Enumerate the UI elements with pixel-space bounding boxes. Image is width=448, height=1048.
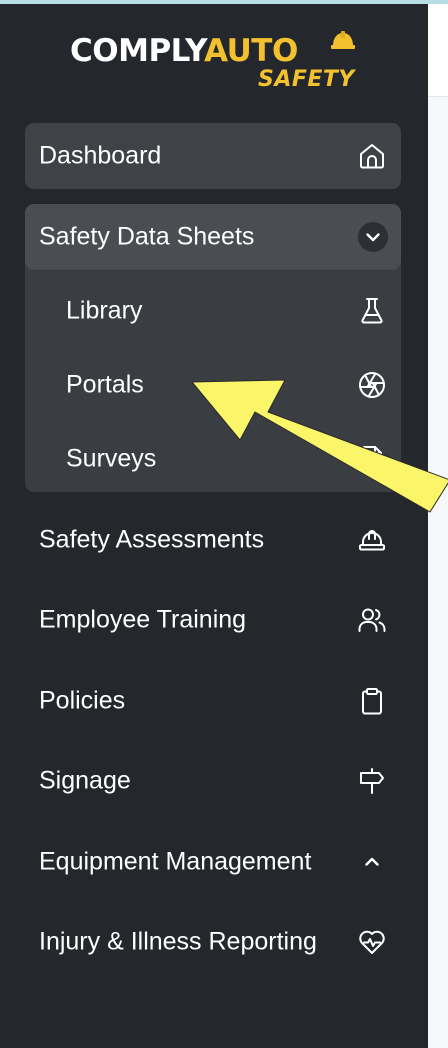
sidebar-item-label: Employee Training <box>39 605 247 634</box>
logo-word-auto-o: O <box>271 33 298 69</box>
sidebar-item-safety-data-sheets[interactable]: Safety Data Sheets <box>25 204 401 270</box>
sidebar-item-policies[interactable]: Policies <box>25 668 401 734</box>
sidebar-item-employee-training[interactable]: Employee Training <box>25 587 401 653</box>
sidebar-item-label: Equipment Management <box>39 847 312 876</box>
signpost-icon <box>357 766 387 796</box>
home-icon <box>357 141 387 171</box>
sidebar-item-label: Signage <box>39 766 131 795</box>
logo-word-auto: AUT <box>204 33 272 69</box>
sidebar-item-label: Policies <box>39 686 126 715</box>
sidebar-item-injury-illness-reporting[interactable]: Injury & Illness Reporting <box>25 909 401 975</box>
sidebar-subitem-label: Portals <box>66 370 144 399</box>
sidebar-item-label: Safety Assessments <box>39 525 265 554</box>
sidebar-item-safety-assessments[interactable]: Safety Assessments <box>25 507 401 573</box>
logo-wordmark: COMPLYAUTO <box>70 34 298 68</box>
hard-hat-logo-icon <box>331 31 355 49</box>
main-header-edge <box>428 4 448 97</box>
sidebar-subitem-portals[interactable]: Portals <box>25 352 401 418</box>
app-logo[interactable]: COMPLYAUTO SAFETY <box>0 26 428 96</box>
heart-pulse-icon <box>357 927 387 957</box>
sidebar-item-dashboard[interactable]: Dashboard <box>25 123 401 189</box>
sidebar-item-equipment-management[interactable]: Equipment Management <box>25 829 401 895</box>
main-content-edge <box>428 4 448 1048</box>
sidebar-subitem-surveys[interactable]: Surveys <box>25 426 401 492</box>
logo-subtitle: SAFETY <box>258 67 355 92</box>
aperture-icon <box>357 370 387 400</box>
flask-icon <box>357 296 387 326</box>
sidebar-subitem-label: Surveys <box>66 444 157 473</box>
sidebar-subitem-library[interactable]: Library <box>25 278 401 344</box>
sidebar-subitem-label: Library <box>66 296 143 325</box>
sidebar-item-label: Injury & Illness Reporting <box>39 927 317 956</box>
chevron-down-icon[interactable] <box>358 222 388 252</box>
chevron-up-icon[interactable] <box>357 847 387 877</box>
sidebar-item-label: Safety Data Sheets <box>39 222 255 251</box>
users-icon <box>357 605 387 635</box>
logo-word-comply: COMPLY <box>70 33 205 69</box>
document-icon <box>357 444 387 474</box>
sidebar-item-signage[interactable]: Signage <box>25 748 401 814</box>
hard-hat-icon <box>357 525 387 555</box>
sidebar-item-label: Dashboard <box>39 141 162 170</box>
clipboard-icon <box>357 686 387 716</box>
sidebar: COMPLYAUTO SAFETY Dashboard Safety Data … <box>0 4 428 1048</box>
